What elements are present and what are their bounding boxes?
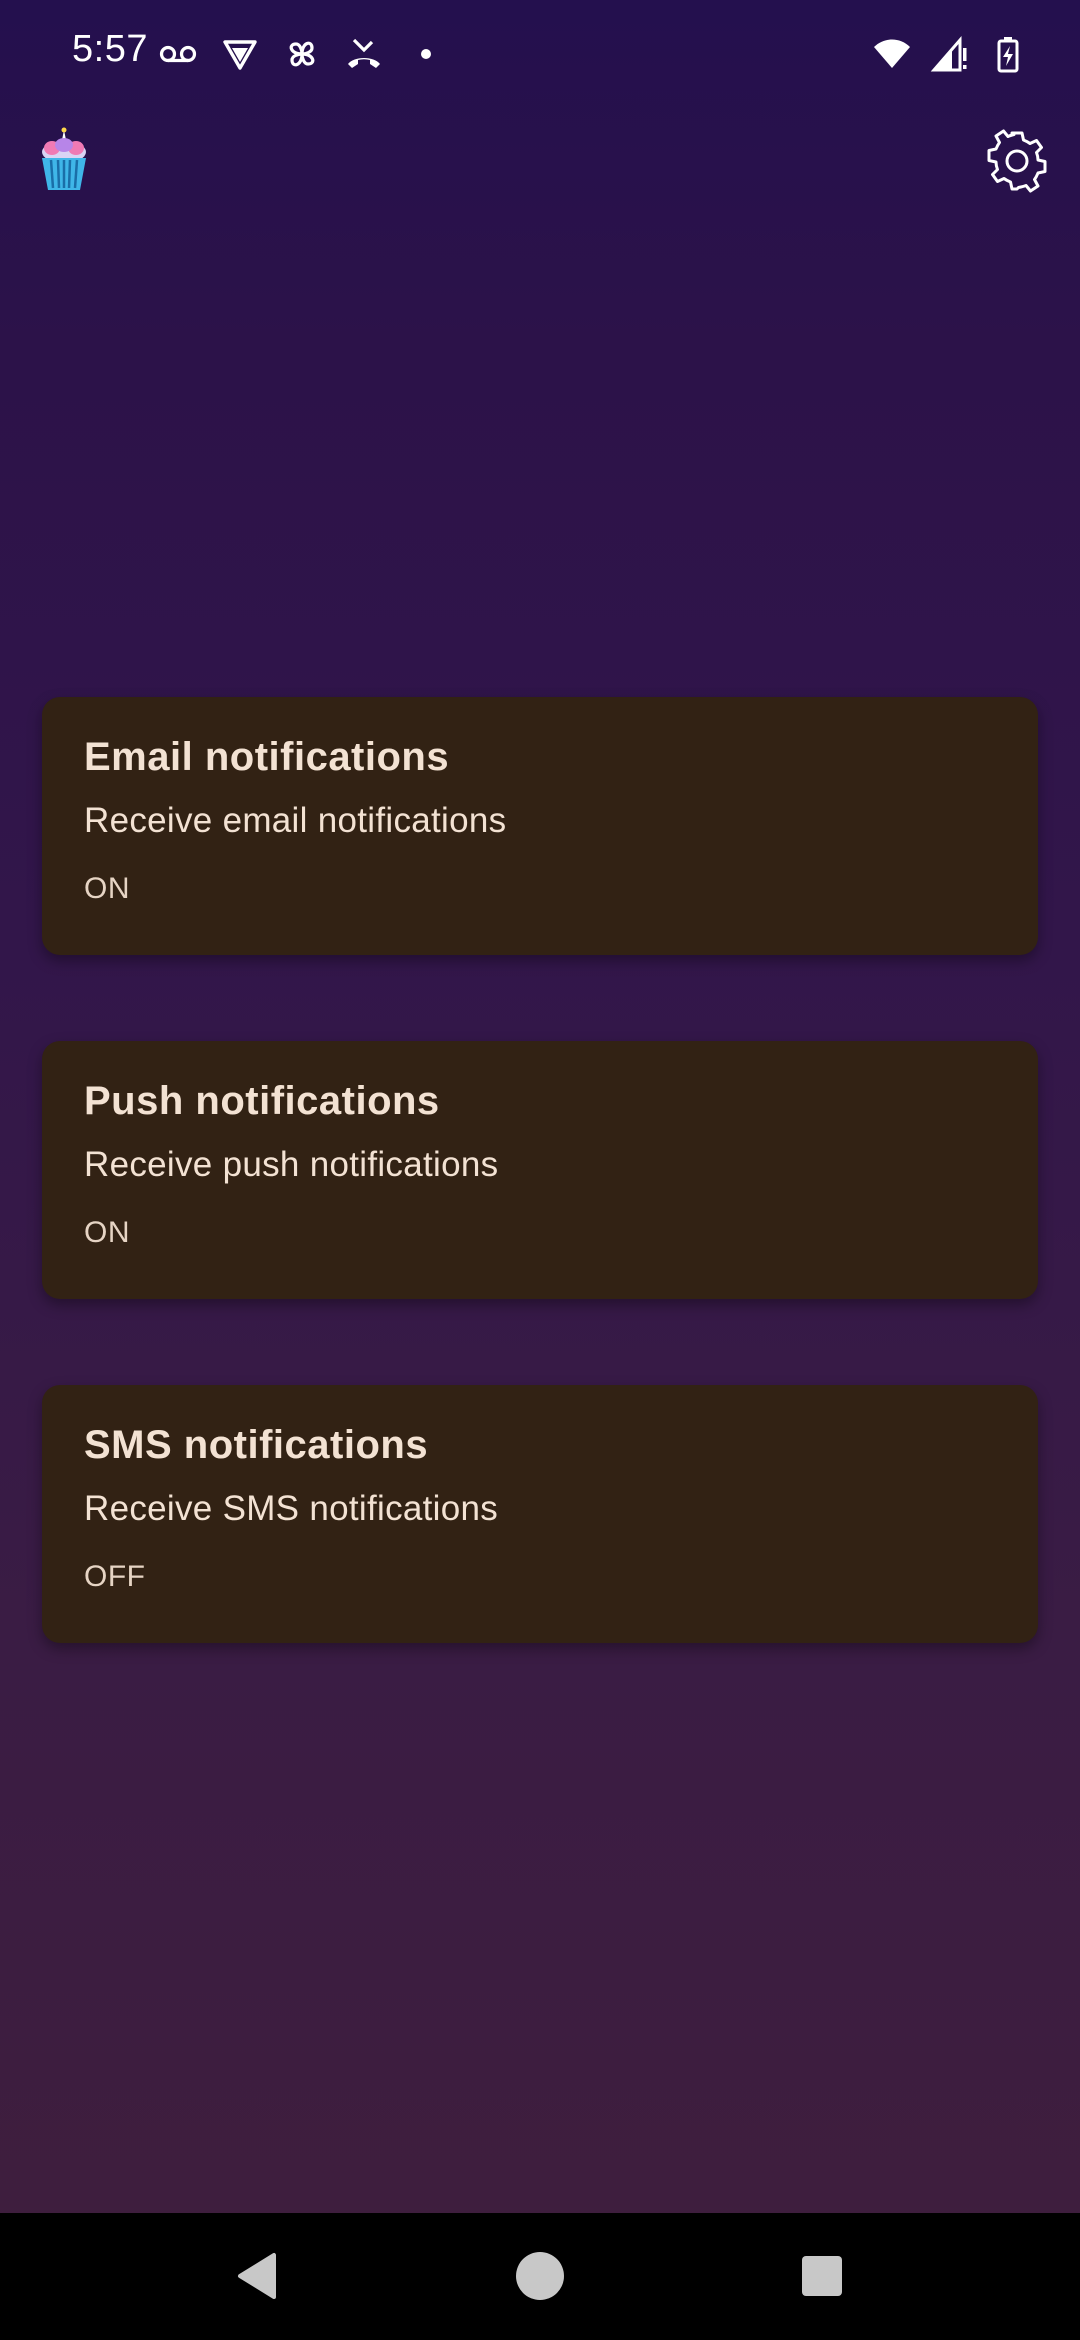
wifi-icon (872, 34, 912, 74)
card-state: ON (84, 1216, 130, 1249)
card-description: Receive push notifications (84, 1145, 499, 1184)
status-time: 5:57 (72, 28, 148, 70)
missed-call-icon (344, 34, 384, 74)
voicemail-icon (158, 34, 198, 74)
card-title: Email notifications (84, 735, 450, 779)
card-description: Receive email notifications (84, 801, 507, 840)
recents-square-icon (800, 2254, 844, 2298)
cell-signal-icon (930, 34, 970, 74)
cupcake-icon (38, 126, 90, 192)
home-circle-icon (514, 2250, 566, 2302)
vpn-shield-icon (220, 34, 260, 74)
status-icons-left (158, 34, 446, 74)
card-state: OFF (84, 1560, 146, 1593)
battery-charging-icon (988, 34, 1028, 74)
pinwheel-icon (282, 34, 322, 74)
home-button[interactable] (507, 2243, 573, 2309)
status-bar: 5:57 (0, 0, 1080, 108)
back-triangle-icon (232, 2251, 282, 2301)
card-title: SMS notifications (84, 1423, 429, 1467)
email-notifications-card[interactable]: Email notifications Receive email notifi… (42, 697, 1038, 955)
card-title: Push notifications (84, 1079, 440, 1123)
card-description: Receive SMS notifications (84, 1489, 499, 1528)
navigation-bar (0, 2213, 1080, 2340)
status-icons-right (872, 34, 1028, 74)
gear-icon (985, 129, 1049, 193)
card-state: ON (84, 872, 130, 905)
sms-notifications-card[interactable]: SMS notifications Receive SMS notificati… (42, 1385, 1038, 1643)
recents-button[interactable] (789, 2243, 855, 2309)
back-button[interactable] (224, 2243, 290, 2309)
push-notifications-card[interactable]: Push notifications Receive push notifica… (42, 1041, 1038, 1299)
settings-button[interactable] (982, 126, 1052, 196)
dot-icon (406, 34, 446, 74)
